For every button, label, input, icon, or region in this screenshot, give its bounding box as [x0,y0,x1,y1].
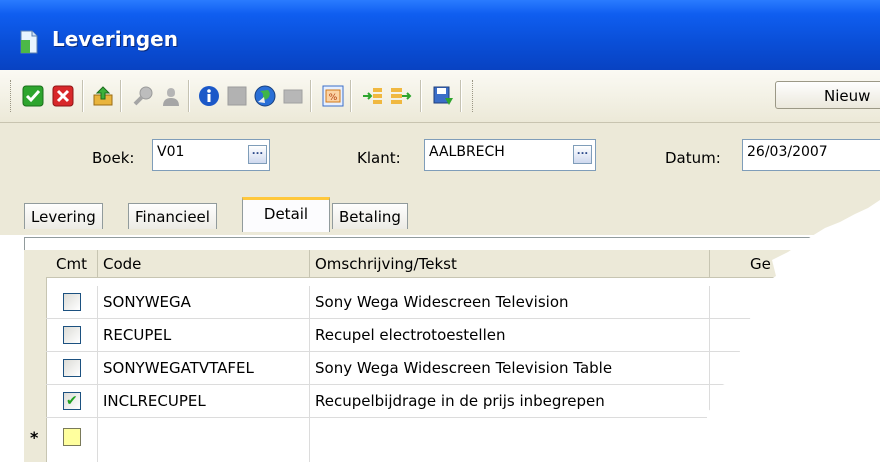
tab-strip: Levering Financieel Detail Betaling [0,195,880,235]
svg-text:%: % [329,93,338,103]
boek-label: Boek: [92,149,135,167]
table-row-desc[interactable]: Recupel electrotoestellen [310,319,710,352]
rect-icon[interactable] [282,85,304,107]
table-row-cmt [46,319,98,352]
column-header-omschrijving[interactable]: Omschrijving/Tekst [310,250,710,278]
klant-label: Klant: [357,149,401,167]
append-row-icon[interactable] [390,85,412,107]
klant-field[interactable]: AALBRECH [424,139,596,171]
table-row-ge[interactable] [710,286,880,319]
datum-label: Datum: [665,149,721,167]
new-button-label: Nieuw [824,87,871,105]
percent-icon[interactable]: % [322,85,344,107]
globe-icon[interactable] [254,85,276,107]
klant-value: AALBRECH [429,144,505,160]
toolbar-separator [310,80,312,112]
column-header-ge[interactable]: Ge [710,250,880,278]
user-icon[interactable] [160,85,182,107]
info-icon[interactable] [198,85,220,107]
table-row-cmt [46,286,98,319]
table-row-desc[interactable]: Sony Wega Widescreen Television [310,286,710,319]
row-checkbox[interactable] [63,326,81,344]
ellipsis-icon: ... [576,146,589,157]
tab-financieel[interactable]: Financieel [128,203,217,229]
tab-detail[interactable]: Detail [242,197,330,232]
toolbar-separator [460,80,462,112]
new-row-marker: * [30,428,39,447]
table-row-ge[interactable] [710,352,880,385]
insert-row-icon[interactable] [362,85,384,107]
confirm-icon[interactable] [22,85,44,107]
table-row-ge[interactable] [710,319,880,352]
datum-field[interactable]: 26/03/2007 [742,139,880,171]
table-row-ge[interactable] [710,385,880,418]
column-header-code[interactable]: Code [98,250,310,278]
toolbar-grip[interactable] [472,80,476,112]
toolbar-separator [120,80,122,112]
row-checkbox[interactable] [63,359,81,377]
table-row-code[interactable]: SONYWEGATVTAFEL [98,352,310,385]
square-icon[interactable] [226,85,248,107]
table-row-code[interactable]: INCLRECUPEL [98,385,310,418]
new-row-code[interactable] [98,418,310,462]
table-row-desc[interactable]: Sony Wega Widescreen Television Table [310,352,710,385]
new-row-desc[interactable] [310,418,710,462]
table-row-code[interactable]: SONYWEGA [98,286,310,319]
tab-levering[interactable]: Levering [24,203,103,229]
header-panel: Boek: V01 ... Klant: AALBRECH ... Datum:… [0,123,880,195]
export-icon[interactable] [92,85,114,107]
toolbar-separator [82,80,84,112]
window-title: Leveringen [52,27,178,51]
klant-lookup-button[interactable]: ... [573,145,592,164]
datum-value: 26/03/2007 [747,144,828,160]
new-button[interactable]: Nieuw [775,81,880,109]
checkmark-icon: ✔ [66,393,78,409]
table-row-cmt [46,352,98,385]
search-icon[interactable] [132,85,154,107]
document-icon [20,30,38,54]
row-checkbox-checked[interactable]: ✔ [63,392,81,410]
toolbar-separator [420,80,422,112]
boek-value: V01 [157,144,185,160]
toolbar: % Nieuw [0,70,880,123]
table-row-cmt: ✔ [46,385,98,418]
row-checkbox[interactable] [63,293,81,311]
toolbar-separator [350,80,352,112]
table-row-desc[interactable]: Recupelbijdrage in de prijs inbegrepen [310,385,710,418]
cancel-icon[interactable] [52,85,74,107]
tab-betaling[interactable]: Betaling [332,203,408,229]
new-row-checkbox[interactable] [63,428,81,446]
toolbar-grip[interactable] [10,80,14,112]
boek-lookup-button[interactable]: ... [248,145,267,164]
toolbar-separator [188,80,190,112]
table-row-code[interactable]: RECUPEL [98,319,310,352]
new-row-cmt [46,418,98,462]
column-header-cmt[interactable]: Cmt [46,250,98,278]
leveringen-window: Leveringen % Nieuw Boek: V01 ... Klant: … [0,0,880,462]
title-bar[interactable]: Leveringen [0,0,880,70]
ellipsis-icon: ... [251,146,264,157]
save-icon[interactable] [432,85,454,107]
